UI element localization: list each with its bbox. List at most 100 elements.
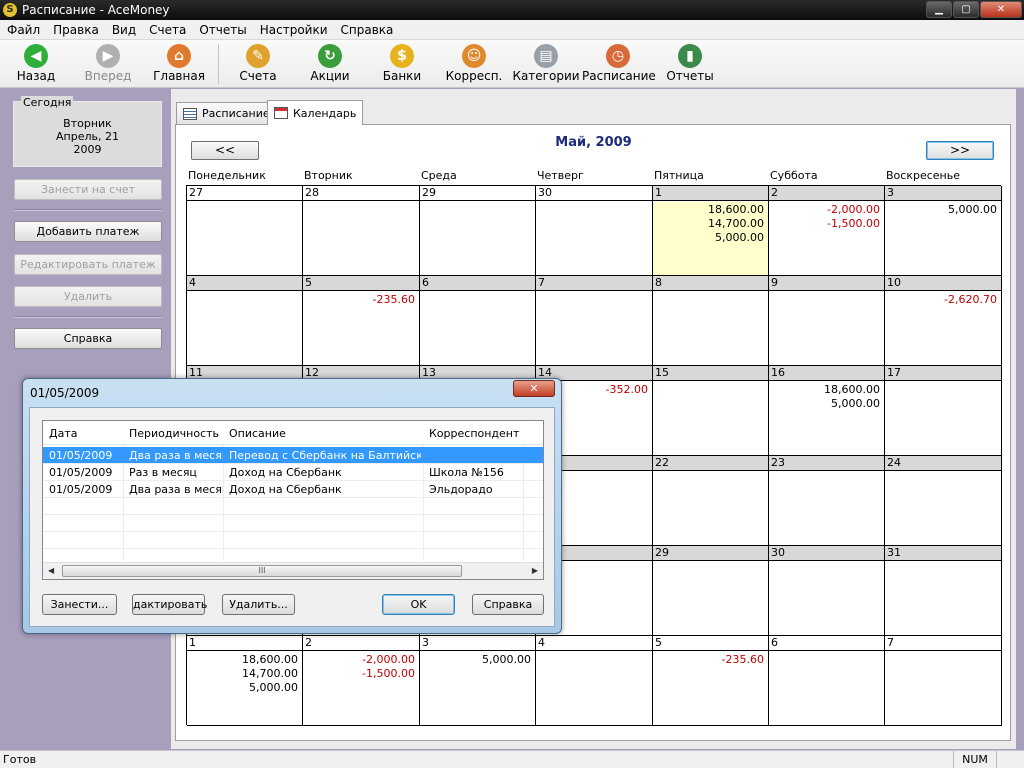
scheduled-amount[interactable]: -2,000.00 xyxy=(362,653,415,667)
dialog-close-icon[interactable]: ✕ xyxy=(513,380,555,397)
calendar-day-cell[interactable]: 10 -2,620.70 xyxy=(885,276,1002,366)
calendar-day-cell[interactable]: 4 xyxy=(536,636,653,726)
scheduled-amount[interactable]: 14,700.00 xyxy=(708,217,764,231)
calendar-day-cell[interactable]: 15 xyxy=(653,366,769,456)
row-desc: Перевод с Сбербанк на Балтийски... xyxy=(229,449,421,462)
menu-item-6[interactable]: Справка xyxy=(334,23,400,37)
scheduled-amount[interactable]: 5,000.00 xyxy=(708,231,764,245)
dialog-ok-button[interactable]: OK xyxy=(382,594,455,615)
calendar-day-cell[interactable]: 6 xyxy=(769,636,885,726)
toolbar-button-2[interactable]: ⌂ Главная xyxy=(143,42,215,86)
calendar-day-cell[interactable]: 2 -2,000.00 -1,500.00 xyxy=(303,636,420,726)
toolbar-button-4[interactable]: ↻ Акции xyxy=(294,42,366,86)
toolbar-button-5[interactable]: $ Банки xyxy=(366,42,438,86)
tab-schedule[interactable]: Расписание xyxy=(176,102,277,124)
weekday-label: Суббота xyxy=(770,169,818,182)
scheduled-amount[interactable]: 14,700.00 xyxy=(242,667,298,681)
scheduled-amount[interactable]: -2,620.70 xyxy=(944,293,997,307)
calendar-day-cell[interactable]: 22 xyxy=(653,456,769,546)
toolbar-button-7[interactable]: ▤ Категории xyxy=(510,42,582,86)
menu-item-2[interactable]: Вид xyxy=(105,23,142,37)
scheduled-amount[interactable]: -352.00 xyxy=(606,383,648,397)
table-row[interactable]: 01/05/2009 Два раза в месяц Перевод с Сбер… xyxy=(43,447,543,464)
calendar-day-cell[interactable]: 27 xyxy=(187,186,303,276)
dialog-help-button[interactable]: Справка xyxy=(472,594,544,615)
scheduled-amount[interactable]: 5,000.00 xyxy=(242,681,298,695)
horizontal-scrollbar[interactable]: ◀ III ▶ xyxy=(43,562,543,579)
menu-item-3[interactable]: Счета xyxy=(142,23,192,37)
calendar-day-cell[interactable]: 2 -2,000.00 -1,500.00 xyxy=(769,186,885,276)
col-payee[interactable]: Корреспондент xyxy=(429,427,519,440)
menu-item-5[interactable]: Настройки xyxy=(253,23,334,37)
scheduled-amount[interactable]: -2,000.00 xyxy=(827,203,880,217)
scheduled-amount[interactable]: 18,600.00 xyxy=(708,203,764,217)
calendar-day-cell[interactable]: 16 18,600.00 5,000.00 xyxy=(769,366,885,456)
edit-payment-button[interactable]: Редактировать платеж xyxy=(14,254,162,275)
menu-item-4[interactable]: Отчеты xyxy=(192,23,252,37)
calendar-day-cell[interactable]: 1 18,600.00 14,700.00 5,000.00 xyxy=(653,186,769,276)
add-payment-button[interactable]: Добавить платеж xyxy=(14,221,162,242)
toolbar-button-3[interactable]: ✎ Счета xyxy=(222,42,294,86)
scroll-thumb[interactable]: III xyxy=(62,565,462,577)
day-number: 22 xyxy=(653,456,768,471)
calendar-day-cell[interactable]: 28 xyxy=(303,186,420,276)
col-period[interactable]: Периодичность xyxy=(129,427,219,440)
calendar-day-cell[interactable]: 30 xyxy=(536,186,653,276)
calendar-day-cell[interactable]: 29 xyxy=(420,186,536,276)
close-icon[interactable]: ✕ xyxy=(980,1,1022,18)
scheduled-amount[interactable]: 5,000.00 xyxy=(824,397,880,411)
calendar-day-cell[interactable]: 5 -235.60 xyxy=(303,276,420,366)
table-row[interactable]: 01/05/2009 Раз в месяц Доход на Сбербанк Шк… xyxy=(43,464,543,481)
calendar-day-cell[interactable]: 3 5,000.00 xyxy=(420,636,536,726)
calendar-day-cell[interactable]: 9 xyxy=(769,276,885,366)
calendar-day-cell[interactable]: 5 -235.60 xyxy=(653,636,769,726)
calendar-day-cell[interactable]: 6 xyxy=(420,276,536,366)
scheduled-amount[interactable]: 5,000.00 xyxy=(482,653,531,667)
scroll-left-icon[interactable]: ◀ xyxy=(48,566,54,575)
calendar-day-cell[interactable]: 30 xyxy=(769,546,885,636)
calendar-day-cell[interactable]: 31 xyxy=(885,546,1002,636)
toolbar-button-8[interactable]: ◷ Расписание xyxy=(582,42,656,86)
transactions-list[interactable]: Дата Периодичность Описание Корреспонден… xyxy=(42,420,544,580)
toolbar-button-0[interactable]: ◀ Назад xyxy=(0,42,72,86)
minimize-icon[interactable]: ▁ xyxy=(926,1,952,18)
scheduled-amount[interactable]: 5,000.00 xyxy=(948,203,997,217)
menu-item-1[interactable]: Правка xyxy=(46,23,105,37)
table-row[interactable]: 01/05/2009 Два раза в месяц Доход на Сберб… xyxy=(43,481,543,498)
day-amounts: -2,000.00 -1,500.00 xyxy=(827,203,880,231)
toolbar-button-9[interactable]: ▮ Отчеты xyxy=(654,42,726,86)
dialog-delete-button[interactable]: Удалить... xyxy=(222,594,295,615)
toolbar-button-6[interactable]: ☺ Корресп. xyxy=(438,42,510,86)
col-date[interactable]: Дата xyxy=(49,427,77,440)
scheduled-amount[interactable]: -1,500.00 xyxy=(827,217,880,231)
scheduled-amount[interactable]: 18,600.00 xyxy=(824,383,880,397)
calendar-day-cell[interactable]: 24 xyxy=(885,456,1002,546)
maximize-icon[interactable]: ▢ xyxy=(953,1,979,18)
scheduled-amount[interactable]: -235.60 xyxy=(373,293,415,307)
calendar-day-cell[interactable]: 7 xyxy=(885,636,1002,726)
calendar-day-cell[interactable]: 23 xyxy=(769,456,885,546)
scheduled-amount[interactable]: 18,600.00 xyxy=(242,653,298,667)
calendar-day-cell[interactable]: 4 xyxy=(187,276,303,366)
scroll-right-icon[interactable]: ▶ xyxy=(532,566,538,575)
calendar-day-cell[interactable]: 17 xyxy=(885,366,1002,456)
dialog-edit-button[interactable]: дактировать xyxy=(132,594,207,615)
delete-button[interactable]: Удалить xyxy=(14,286,162,307)
prev-month-button[interactable]: << xyxy=(191,141,259,160)
calendar-day-cell[interactable]: 29 xyxy=(653,546,769,636)
calendar-day-cell[interactable]: 3 5,000.00 xyxy=(885,186,1002,276)
dialog-post-button[interactable]: Занести... xyxy=(42,594,117,615)
scheduled-amount[interactable]: -235.60 xyxy=(722,653,764,667)
next-month-button[interactable]: >> xyxy=(926,141,994,160)
scheduled-amount[interactable]: -1,500.00 xyxy=(362,667,415,681)
col-description[interactable]: Описание xyxy=(229,427,286,440)
calendar-day-cell[interactable]: 8 xyxy=(653,276,769,366)
post-to-account-button[interactable]: Занести на счет xyxy=(14,179,162,200)
help-button[interactable]: Справка xyxy=(14,328,162,349)
menu-item-0[interactable]: Файл xyxy=(0,23,46,37)
tab-calendar[interactable]: Календарь xyxy=(267,100,364,125)
day-number: 31 xyxy=(885,546,1001,561)
calendar-day-cell[interactable]: 7 xyxy=(536,276,653,366)
calendar-day-cell[interactable]: 1 18,600.00 14,700.00 5,000.00 xyxy=(187,636,303,726)
toolbar-button-1[interactable]: ▶ Вперед xyxy=(72,42,144,86)
